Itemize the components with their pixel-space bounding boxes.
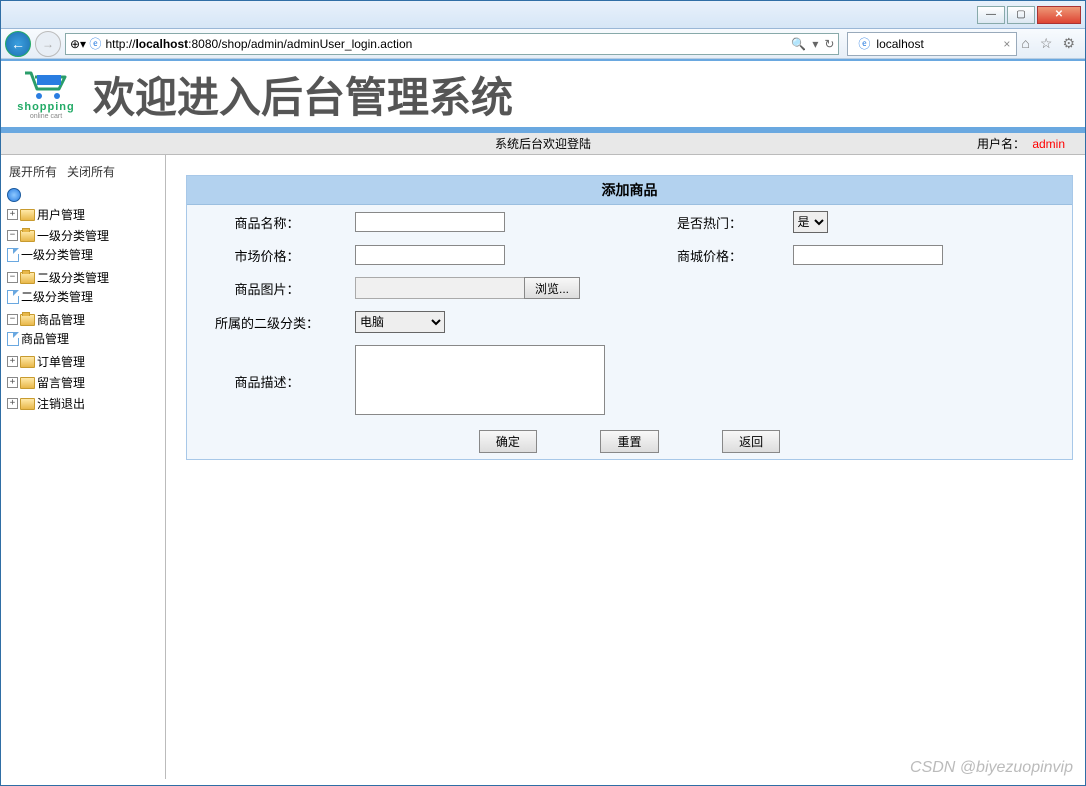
- compat-icon: ⊕▾: [70, 37, 86, 51]
- folder-icon: [20, 398, 35, 410]
- home-icon[interactable]: ⌂: [1021, 35, 1029, 52]
- nav-msg-mgmt[interactable]: 留言管理: [37, 374, 85, 391]
- collapse-icon[interactable]: −: [7, 314, 18, 325]
- collapse-icon[interactable]: −: [7, 272, 18, 283]
- favorites-icon[interactable]: ☆: [1040, 35, 1053, 52]
- label-name: 商品名称：: [187, 205, 347, 239]
- url-text: http://localhost:8080/shop/admin/adminUs…: [105, 37, 412, 51]
- logo: shopping online cart: [9, 69, 83, 120]
- sidebar-actions: 展开所有 关闭所有: [7, 159, 159, 186]
- page-content: shopping online cart 欢迎进入后台管理系统 系统后台欢迎登陆…: [1, 59, 1085, 785]
- nav-cat1-child[interactable]: 一级分类管理: [21, 246, 93, 263]
- textarea-desc[interactable]: [355, 345, 605, 415]
- expand-icon[interactable]: +: [7, 356, 18, 367]
- expand-icon[interactable]: +: [7, 209, 18, 220]
- globe-icon: [7, 188, 21, 202]
- expand-icon[interactable]: +: [7, 398, 18, 409]
- logo-text: shopping: [9, 101, 83, 113]
- nav-cat1-mgmt[interactable]: 一级分类管理: [37, 227, 109, 244]
- input-name[interactable]: [355, 212, 505, 232]
- browse-button[interactable]: 浏览...: [524, 277, 580, 299]
- select-hot[interactable]: 是: [793, 211, 828, 233]
- ie-icon: ⓔ: [858, 35, 870, 52]
- input-mall-price[interactable]: [793, 245, 943, 265]
- banner: shopping online cart 欢迎进入后台管理系统: [1, 59, 1085, 133]
- ok-button[interactable]: 确定: [479, 430, 537, 453]
- cart-icon: [23, 69, 69, 101]
- back-button[interactable]: 返回: [722, 430, 780, 453]
- user-label: 用户名：: [977, 137, 1025, 151]
- folder-open-icon: [20, 272, 35, 284]
- page-title: 欢迎进入后台管理系统: [93, 64, 513, 125]
- ie-icon: ⓔ: [89, 35, 101, 52]
- doc-icon: [7, 248, 19, 262]
- nav-user-mgmt[interactable]: 用户管理: [37, 206, 85, 223]
- file-path-display: [355, 277, 525, 299]
- settings-icon[interactable]: ⚙: [1062, 35, 1075, 52]
- window: — ▢ ✕ ← → ⊕▾ ⓔ http://localhost:8080/sho…: [0, 0, 1086, 786]
- collapse-icon[interactable]: −: [7, 230, 18, 241]
- folder-open-icon: [20, 314, 35, 326]
- sidebar: 展开所有 关闭所有 + 用户管理 − 一级分类管理 一级分类管理 − 二级分类管…: [1, 155, 166, 779]
- input-market-price[interactable]: [355, 245, 505, 265]
- collapse-all[interactable]: 关闭所有: [67, 163, 115, 180]
- tab-strip: ⓔ localhost ×: [847, 32, 1017, 56]
- expand-all[interactable]: 展开所有: [9, 163, 57, 180]
- minimize-button[interactable]: —: [977, 6, 1005, 24]
- nav-logout[interactable]: 注销退出: [37, 395, 85, 412]
- titlebar: — ▢ ✕: [1, 1, 1085, 29]
- close-button[interactable]: ✕: [1037, 6, 1081, 24]
- refresh-icon[interactable]: ↻: [824, 37, 834, 51]
- back-button[interactable]: ←: [5, 31, 31, 57]
- browser-toolbar: ← → ⊕▾ ⓔ http://localhost:8080/shop/admi…: [1, 29, 1085, 59]
- logo-subtext: online cart: [9, 113, 83, 120]
- watermark: CSDN @biyezuopinvip: [910, 759, 1073, 777]
- folder-open-icon: [20, 230, 35, 242]
- address-bar[interactable]: ⊕▾ ⓔ http://localhost:8080/shop/admin/ad…: [65, 33, 839, 55]
- status-center: 系统后台欢迎登陆: [495, 135, 591, 152]
- select-category[interactable]: 电脑: [355, 311, 445, 333]
- nav-product-child[interactable]: 商品管理: [21, 330, 69, 347]
- folder-icon: [20, 377, 35, 389]
- workspace: 展开所有 关闭所有 + 用户管理 − 一级分类管理 一级分类管理 − 二级分类管…: [1, 155, 1085, 779]
- statusbar: 系统后台欢迎登陆 用户名： admin: [1, 133, 1085, 155]
- tab-close-icon[interactable]: ×: [1003, 37, 1010, 51]
- nav-cat2-mgmt[interactable]: 二级分类管理: [37, 269, 109, 286]
- folder-icon: [20, 356, 35, 368]
- folder-icon: [20, 209, 35, 221]
- status-right: 用户名： admin: [977, 135, 1085, 152]
- form-panel: 添加商品 商品名称： 是否热门： 是 市场价格： 商城价格：: [186, 175, 1073, 460]
- url-controls: 🔍▾ ↻: [791, 37, 834, 51]
- forward-button[interactable]: →: [35, 31, 61, 57]
- nav-order-mgmt[interactable]: 订单管理: [37, 353, 85, 370]
- doc-icon: [7, 290, 19, 304]
- label-desc: 商品描述：: [187, 339, 347, 424]
- label-mall-price: 商城价格：: [635, 239, 785, 271]
- label-market-price: 市场价格：: [187, 239, 347, 271]
- main-area: 添加商品 商品名称： 是否热门： 是 市场价格： 商城价格：: [166, 155, 1085, 779]
- label-category: 所属的二级分类：: [187, 305, 347, 339]
- expand-icon[interactable]: +: [7, 377, 18, 388]
- nav-cat2-child[interactable]: 二级分类管理: [21, 288, 93, 305]
- maximize-button[interactable]: ▢: [1007, 6, 1035, 24]
- tab-title: localhost: [876, 37, 923, 51]
- browser-tab[interactable]: ⓔ localhost ×: [847, 32, 1017, 56]
- toolbar-right: ⌂ ☆ ⚙: [1021, 35, 1081, 52]
- nav-product-mgmt[interactable]: 商品管理: [37, 311, 85, 328]
- panel-title: 添加商品: [187, 176, 1072, 205]
- user-name: admin: [1032, 137, 1065, 151]
- label-hot: 是否热门：: [635, 205, 785, 239]
- reset-button[interactable]: 重置: [600, 430, 658, 453]
- label-image: 商品图片：: [187, 271, 347, 305]
- nav-tree: + 用户管理 − 一级分类管理 一级分类管理 − 二级分类管理 二级分类管理 −…: [7, 186, 159, 414]
- form-table: 商品名称： 是否热门： 是 市场价格： 商城价格： 商品图片：: [187, 205, 1072, 459]
- search-icon[interactable]: 🔍: [791, 37, 806, 51]
- doc-icon: [7, 332, 19, 346]
